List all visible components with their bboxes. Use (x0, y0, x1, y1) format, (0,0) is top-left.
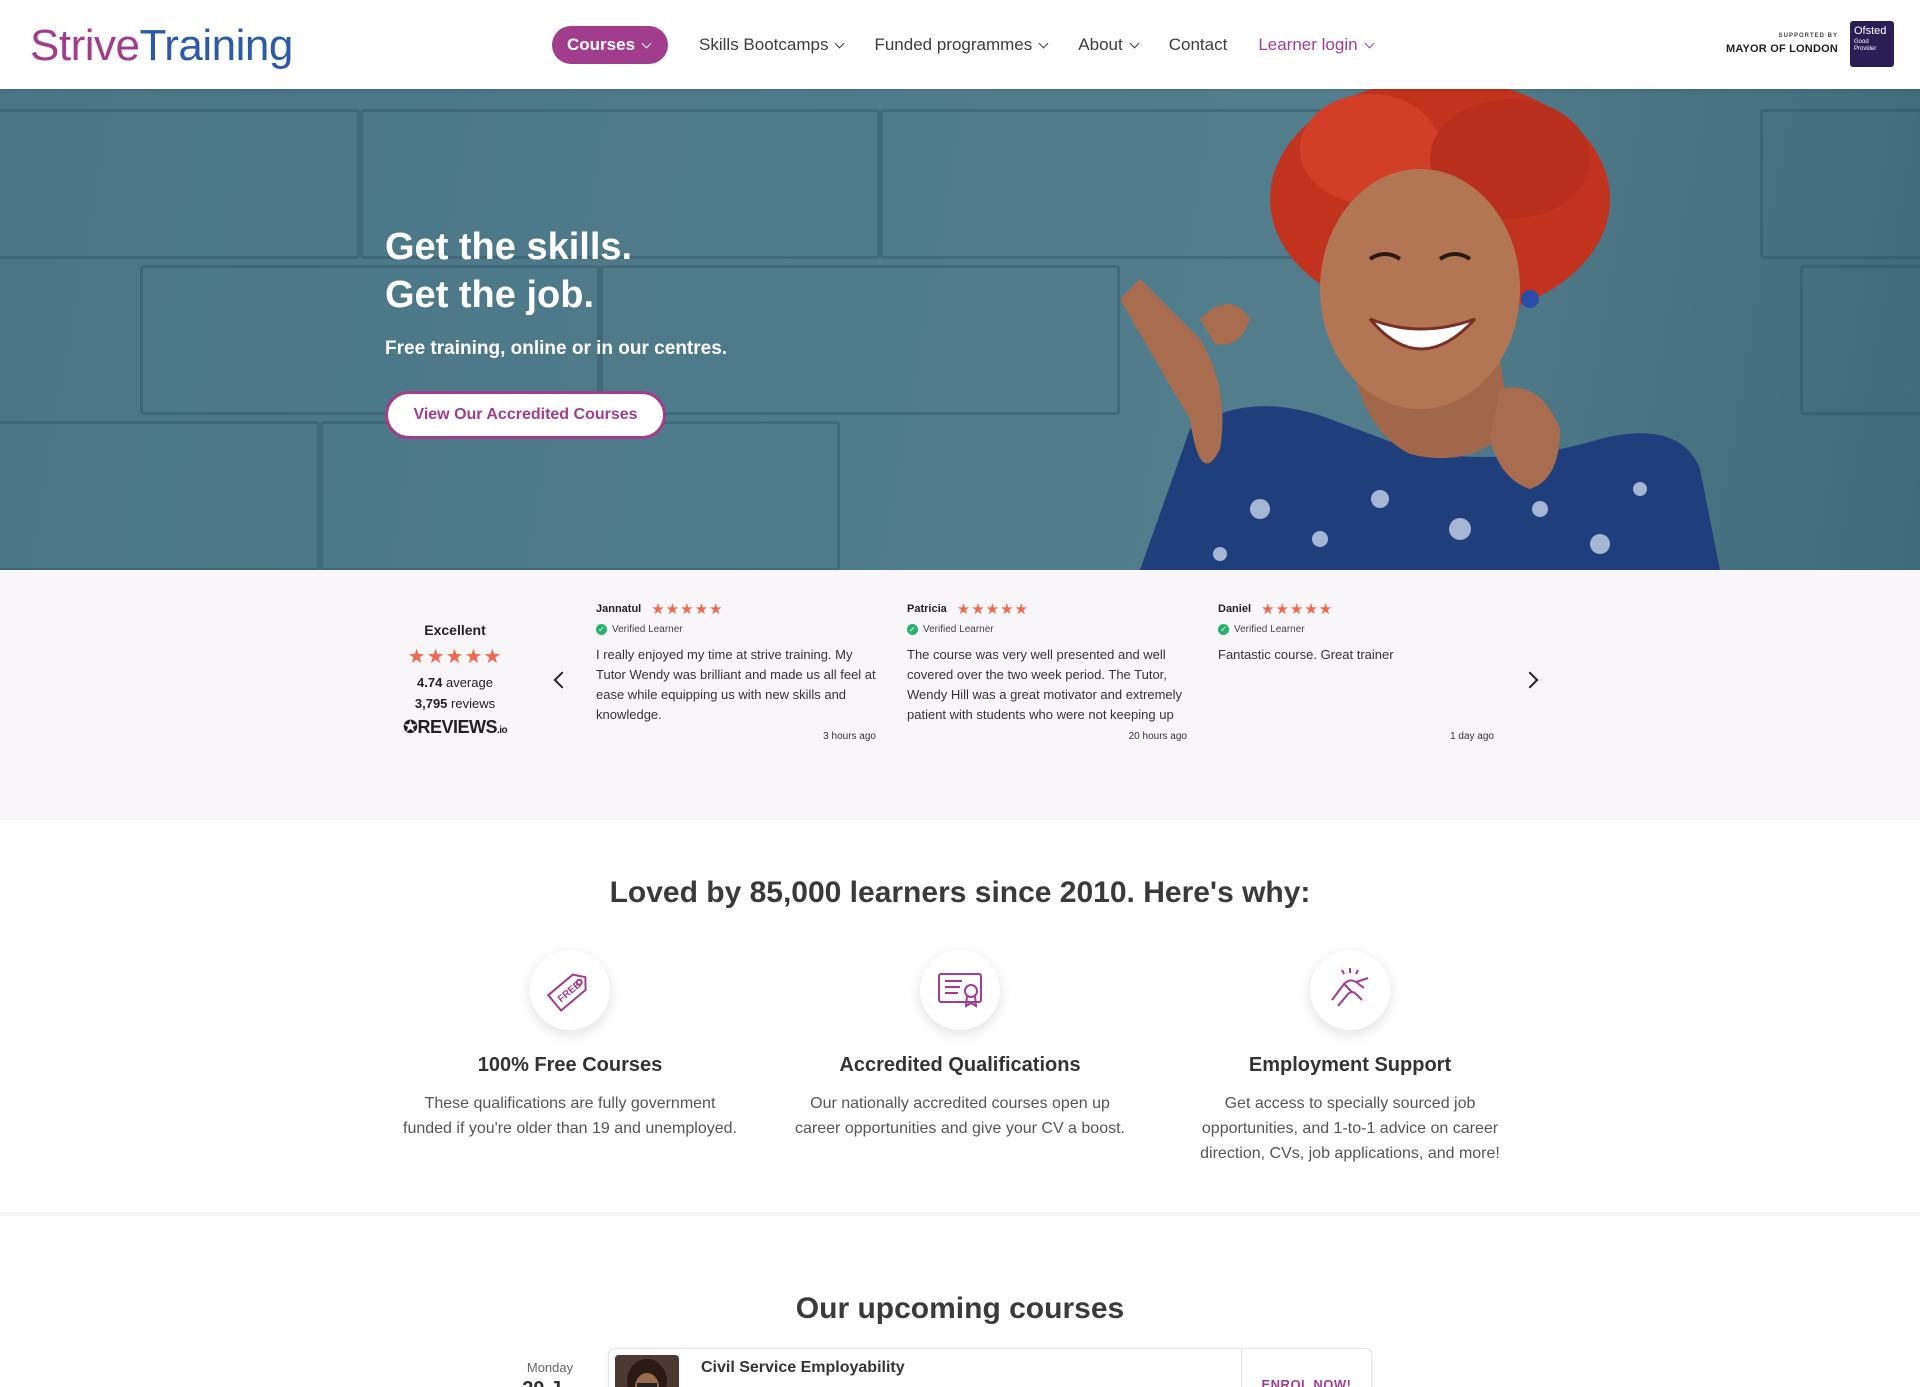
review-time: 1 day ago (1450, 731, 1494, 742)
course-name: Civil Service Employability (701, 1359, 905, 1376)
review-stars: ★★★★★ (651, 601, 724, 618)
review-time: 3 hours ago (823, 731, 876, 742)
verified-label: Verified Learner (612, 624, 683, 635)
reviewer-name: Daniel (1218, 603, 1252, 615)
verified-label: Verified Learner (1234, 624, 1305, 635)
hero-headline-line1: Get the skills. (385, 226, 633, 268)
nav-learner-login-label: Learner login (1258, 35, 1358, 54)
verified-check-icon: ✓ (596, 624, 607, 635)
verified-check-icon: ✓ (1218, 624, 1229, 635)
nav-funded-programmes[interactable]: Funded programmes (874, 35, 1049, 55)
reviewer-name: Patricia (907, 603, 947, 615)
main-nav: Courses Skills Bootcamps Funded programm… (552, 26, 1404, 64)
nav-about[interactable]: About (1078, 35, 1140, 55)
chevron-down-icon (1038, 38, 1049, 48)
rating-stars: ★★★★★ (407, 646, 503, 668)
feature-description: Our nationally accredited courses open u… (795, 1095, 1125, 1137)
star-circle-icon: ✪ (402, 717, 418, 737)
review-time: 20 hours ago (1128, 731, 1187, 742)
hero-text: Get the skills. Get the job. Free traini… (385, 223, 727, 360)
logo-strive-text: Strive (30, 21, 140, 70)
ofsted-text: Ofsted (1854, 25, 1887, 37)
reviewer-name: Jannatul (596, 603, 642, 615)
course-thumbnail (615, 1355, 679, 1387)
chevron-down-icon (641, 38, 652, 48)
feature-free-courses: FREE 100% Free Courses These qualificati… (400, 950, 740, 1141)
count-label: reviews (451, 696, 496, 711)
review-stars: ★★★★★ (956, 601, 1029, 618)
feature-employment-support: Employment Support Get access to special… (1180, 950, 1520, 1166)
course-card[interactable]: Civil Service Employability ENROL NOW! (608, 1348, 1372, 1387)
feature-accredited-qualifications: Accredited Qualifications Our nationally… (790, 950, 1130, 1141)
view-accredited-courses-button[interactable]: View Our Accredited Courses (385, 391, 666, 439)
nav-about-label: About (1078, 35, 1123, 54)
reviews-brand-suffix: .io (496, 725, 508, 736)
chevron-down-icon (1364, 38, 1375, 48)
nav-contact[interactable]: Contact (1169, 35, 1228, 55)
ofsted-sub-text: Good Provider (1854, 39, 1877, 52)
review-card: Jannatul ★★★★★ ✓ Verified Learner I really… (596, 600, 876, 742)
review-text: The course was very well presented and w… (907, 647, 1183, 722)
reviews-summary: Excellent ★★★★★ 4.74 average 3,795 revie… (390, 622, 520, 738)
rating-word: Excellent (424, 622, 486, 638)
review-card: Daniel ★★★★★ ✓ Verified Learner Fantastic … (1218, 600, 1494, 742)
logo-training-text: Training (139, 21, 293, 70)
smiling-woman-photo (1120, 89, 1720, 570)
nav-courses[interactable]: Courses (552, 26, 669, 64)
verified-label: Verified Learner (923, 624, 994, 635)
brick-shape (0, 421, 320, 570)
reviews-brand-text: REVIEWS (417, 717, 497, 737)
review-text: Fantastic course. Great trainer (1218, 647, 1394, 662)
count-value: 3,795 (414, 696, 448, 711)
why-section-title: Loved by 85,000 learners since 2010. Her… (609, 876, 1311, 909)
carousel-next-icon[interactable] (1521, 671, 1539, 689)
mayor-name-text: MAYOR OF LONDON (1726, 43, 1838, 55)
course-day: Monday (526, 1360, 574, 1375)
hero-banner: Get the skills. Get the job. Free traini… (0, 89, 1920, 570)
nav-courses-label: Courses (567, 35, 636, 54)
nav-contact-label: Contact (1168, 35, 1228, 54)
average-label: average (445, 675, 493, 690)
brick-shape (0, 109, 360, 259)
chevron-down-icon (835, 38, 845, 48)
reviews-strip: Excellent ★★★★★ 4.74 average 3,795 revie… (0, 570, 1920, 820)
review-text: I really enjoyed my time at strive train… (596, 647, 876, 722)
ofsted-badge: Ofsted Good Provider (1850, 21, 1894, 67)
nav-skills-bootcamps[interactable]: Skills Bootcamps (699, 35, 845, 55)
free-tag-icon: FREE (530, 950, 610, 1030)
feature-description: Get access to specially sourced job oppo… (1200, 1095, 1500, 1162)
course-date: 20 J... (510, 1378, 590, 1387)
nav-skills-bootcamps-label: Skills Bootcamps (699, 35, 829, 54)
upcoming-courses-title: Our upcoming courses (795, 1292, 1125, 1325)
feature-title: Accredited Qualifications (839, 1054, 1081, 1076)
hero-subtitle: Free training, online or in our centres. (385, 338, 728, 359)
feature-description: These qualifications are fully governmen… (403, 1095, 737, 1137)
nav-learner-login[interactable]: Learner login (1258, 35, 1375, 55)
chevron-down-icon (1129, 38, 1140, 48)
hero-headline-line2: Get the job. (385, 274, 594, 316)
feature-title: 100% Free Courses (477, 1054, 663, 1076)
carousel-prev-icon[interactable] (553, 671, 571, 689)
enrol-now-button[interactable]: ENROL NOW! (1241, 1349, 1371, 1387)
review-count: 3,795 reviews (390, 696, 520, 711)
brick-shape (1800, 265, 1920, 415)
review-card: Patricia ★★★★★ ✓ Verified Learner The cour… (907, 600, 1187, 742)
site-header: StriveTraining Courses Skills Bootcamps … (0, 0, 1920, 89)
certificate-icon (920, 950, 1000, 1030)
average-value: 4.74 (417, 675, 443, 690)
handshake-icon (1310, 950, 1390, 1030)
section-divider (0, 1212, 1920, 1216)
strive-training-logo[interactable]: StriveTraining (30, 22, 293, 70)
free-tag-text: FREE (556, 979, 584, 1005)
nav-funded-programmes-label: Funded programmes (874, 35, 1033, 54)
review-stars: ★★★★★ (1261, 601, 1334, 618)
partner-logos: SUPPORTED BY MAYOR OF LONDON Ofsted Good… (1726, 21, 1894, 67)
mayor-of-london-logo: SUPPORTED BY MAYOR OF LONDON (1726, 33, 1838, 55)
average-rating: 4.74 average (390, 675, 520, 690)
feature-title: Employment Support (1248, 1054, 1452, 1076)
brick-shape (320, 421, 840, 570)
mayor-supported-text: SUPPORTED BY (1778, 33, 1838, 39)
reviews-io-logo[interactable]: ✪REVIEWS.io (390, 717, 520, 738)
verified-check-icon: ✓ (907, 624, 918, 635)
